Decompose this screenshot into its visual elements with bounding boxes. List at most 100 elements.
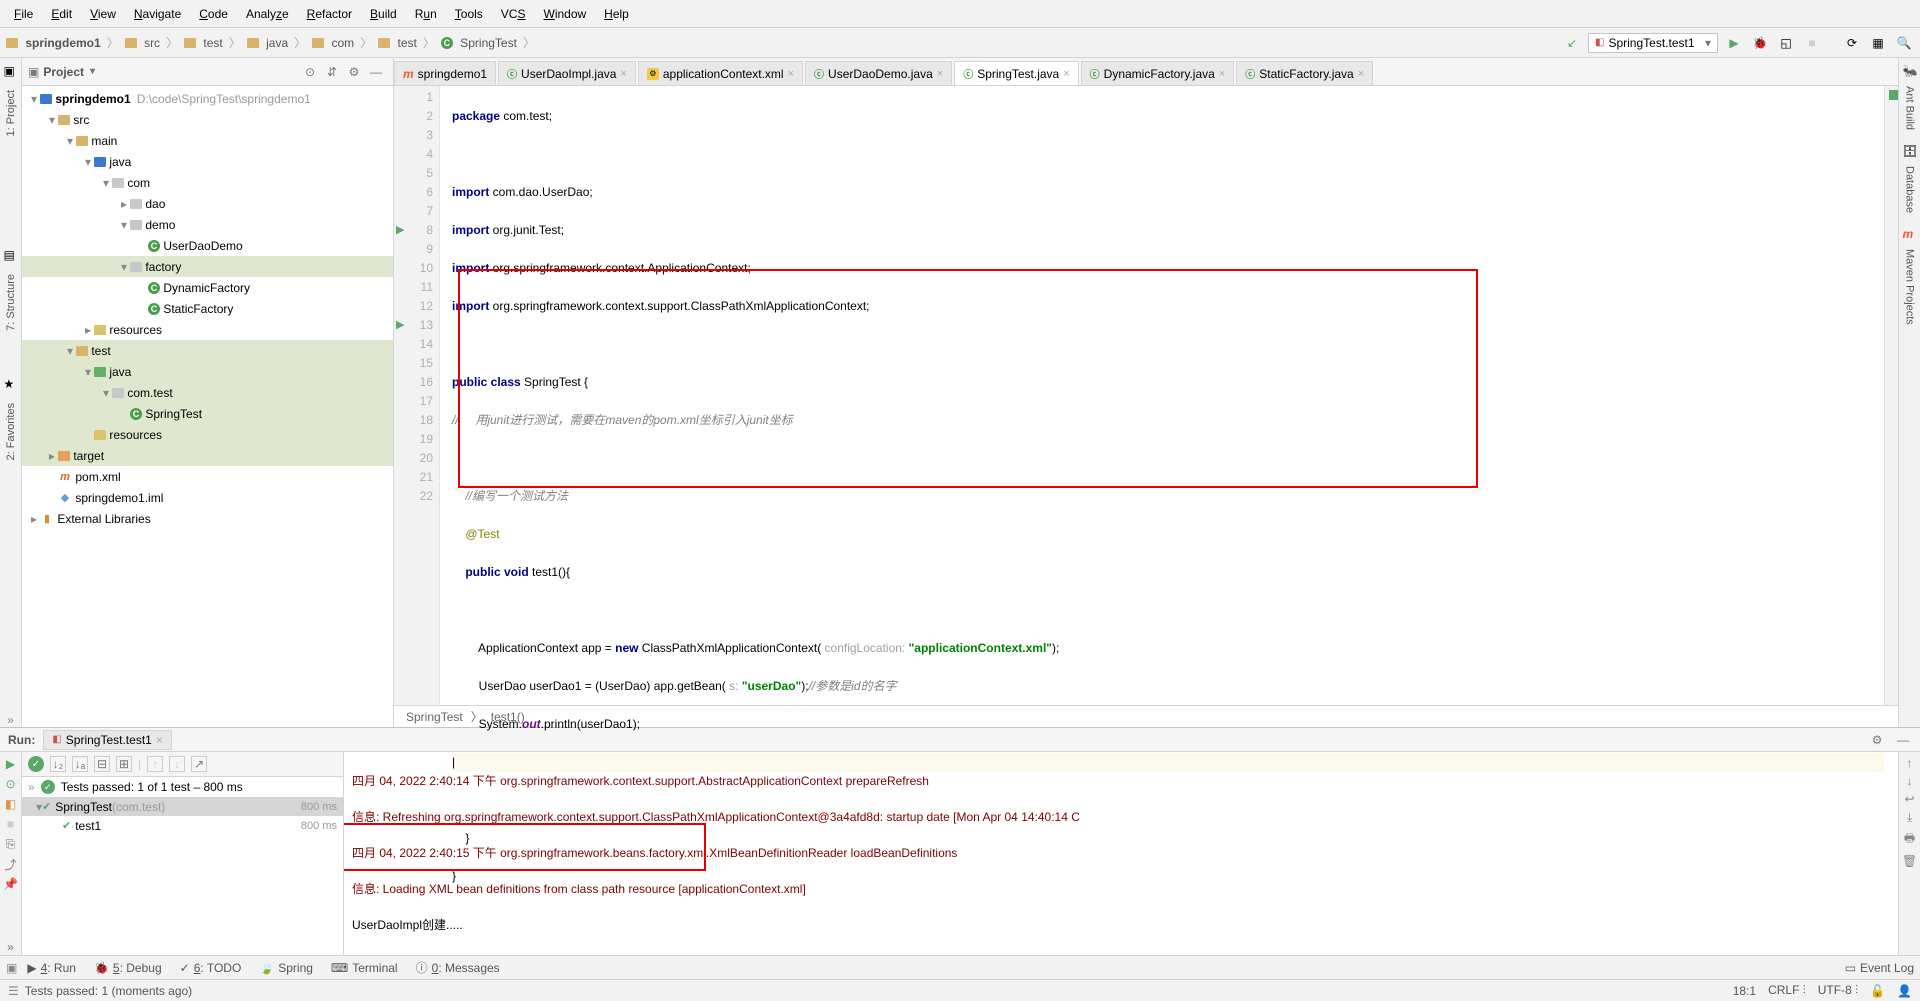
tab-springtest[interactable]: ⓒSpringTest.java×	[954, 61, 1078, 85]
bc-module[interactable]: springdemo1	[6, 36, 101, 50]
build-hammer-icon[interactable]: ↙	[1562, 33, 1582, 53]
collapse-all-icon[interactable]: ⇵	[323, 63, 341, 81]
console-output[interactable]: 四月 04, 2022 2:40:14 下午 org.springframewo…	[344, 752, 1898, 955]
bc-java[interactable]: java	[247, 36, 288, 50]
stop-icon[interactable]: ■	[3, 816, 19, 832]
rerun-icon[interactable]: ▶	[3, 756, 19, 772]
tree-row[interactable]: ▾ com.test	[22, 382, 393, 403]
print-icon[interactable]: 🖶	[1902, 829, 1918, 850]
tree-row[interactable]: ▸ target	[22, 445, 393, 466]
run-tw-tab[interactable]: ▶ 4: Run	[19, 959, 84, 977]
tree-row[interactable]: C UserDaoDemo	[22, 235, 393, 256]
close-icon[interactable]: ×	[937, 68, 943, 80]
code-editor[interactable]: package com.test; import com.dao.UserDao…	[440, 86, 1884, 705]
structure-tw-tab[interactable]: 7: Structure	[3, 268, 19, 337]
menu-view[interactable]: View	[82, 5, 124, 23]
tree-row[interactable]: ▸ resources	[22, 319, 393, 340]
run-gutter-icon[interactable]: ▶	[396, 316, 404, 335]
event-log-button[interactable]: ▭ Event Log	[1845, 961, 1914, 975]
tree-row[interactable]: C StaticFactory	[22, 298, 393, 319]
project-tree[interactable]: ▾ springdemo1D:\code\SpringTest\springde…	[22, 86, 393, 727]
up-icon[interactable]: ↑	[147, 756, 163, 772]
debug-tw-tab[interactable]: 🐞 5: Debug	[86, 959, 170, 977]
tree-row[interactable]: ▸ dao	[22, 193, 393, 214]
sort-alpha-icon[interactable]: ↓ₐ	[72, 756, 88, 772]
read-only-lock-icon[interactable]: 🔓	[1870, 984, 1885, 998]
menu-analyze[interactable]: Analyze	[238, 5, 297, 23]
favorites-tw-tab[interactable]: 2: Favorites	[3, 397, 19, 466]
debug-button[interactable]: 🐞	[1750, 33, 1770, 53]
close-icon[interactable]: ×	[1063, 68, 1069, 80]
test-case-row[interactable]: ✔test1800 ms	[22, 816, 343, 835]
tree-row-external[interactable]: ▸▮ External Libraries	[22, 508, 393, 529]
expand-all-icon[interactable]: ⊟	[94, 756, 110, 772]
favorites-tw-icon[interactable]: ★	[4, 377, 18, 391]
run-panel-tab[interactable]: ◧SpringTest.test1×	[43, 730, 172, 750]
bc-src[interactable]: src	[125, 36, 160, 50]
menu-code[interactable]: Code	[191, 5, 236, 23]
tree-row[interactable]: ▾ test	[22, 340, 393, 361]
tab-userdaoimpl[interactable]: ⓒUserDaoImpl.java×	[498, 61, 636, 85]
tree-row[interactable]: C DynamicFactory	[22, 277, 393, 298]
toggle-breakpoints-icon[interactable]: ◧	[3, 796, 19, 812]
run-button[interactable]: ▶	[1724, 33, 1744, 53]
bottom-strip-more-icon[interactable]: ▣	[6, 961, 17, 975]
menu-refactor[interactable]: Refactor	[299, 5, 360, 23]
hide-panel-icon[interactable]: —	[1894, 733, 1912, 747]
tree-row[interactable]: ▸ resources	[22, 424, 393, 445]
scroll-from-source-icon[interactable]: ⊙	[301, 63, 319, 81]
database-icon[interactable]: 🗄	[1903, 144, 1917, 158]
file-encoding[interactable]: UTF-8 ⫶	[1818, 983, 1858, 998]
tree-row[interactable]: ◆ springdemo1.iml	[22, 487, 393, 508]
spring-tw-tab[interactable]: 🍃 Spring	[251, 959, 321, 977]
todo-tw-tab[interactable]: ✓ 6: TODO	[172, 959, 250, 977]
line-separator[interactable]: CRLF ⫶	[1768, 983, 1806, 998]
tree-row[interactable]: ▾ java	[22, 361, 393, 382]
tab-staticfactory[interactable]: ⓒStaticFactory.java×	[1236, 61, 1373, 85]
export-icon[interactable]: ↗	[191, 756, 207, 772]
tree-row[interactable]: ▾ factory	[22, 256, 393, 277]
search-everywhere-icon[interactable]: 🔍	[1894, 33, 1914, 53]
down-icon[interactable]: ↓	[169, 756, 185, 772]
close-icon[interactable]: ×	[1219, 68, 1225, 80]
close-icon[interactable]: ×	[788, 68, 794, 80]
tree-row[interactable]: ▾ demo	[22, 214, 393, 235]
tab-springdemo1[interactable]: mspringdemo1	[394, 61, 496, 85]
run-gutter-icon[interactable]: ▶	[396, 221, 404, 240]
tree-row[interactable]: ▾ java	[22, 151, 393, 172]
menu-run[interactable]: Run	[407, 5, 445, 23]
caret-position[interactable]: 18:1	[1733, 984, 1756, 998]
menu-window[interactable]: Window	[535, 5, 594, 23]
structure-tw-icon[interactable]: ▤	[4, 248, 18, 262]
test-suite-row[interactable]: ▾✔SpringTest (com.test)800 ms	[22, 797, 343, 816]
maven-projects-tab[interactable]: Maven Projects	[1902, 243, 1918, 331]
editor-scrollbar[interactable]	[1884, 86, 1898, 705]
tab-userdaodemo[interactable]: ⓒUserDaoDemo.java×	[805, 61, 952, 85]
tree-row[interactable]: C SpringTest	[22, 403, 393, 424]
collapse-all-icon[interactable]: ⊞	[116, 756, 132, 772]
pass-filter-icon[interactable]: ✓	[28, 756, 44, 772]
ant-icon[interactable]: 🐜	[1903, 64, 1917, 78]
close-icon[interactable]: ×	[620, 68, 626, 80]
project-tw-tab[interactable]: 1: Project	[3, 84, 19, 142]
menu-vcs[interactable]: VCS	[493, 5, 534, 23]
hide-panel-icon[interactable]: —	[367, 63, 385, 81]
bc-class[interactable]: C SpringTest	[441, 36, 517, 50]
tree-row-module[interactable]: ▾ springdemo1D:\code\SpringTest\springde…	[22, 88, 393, 109]
menu-tools[interactable]: Tools	[447, 5, 491, 23]
pin-icon[interactable]: 📌	[3, 876, 19, 892]
coverage-button[interactable]: ◱	[1776, 33, 1796, 53]
bc-test[interactable]: test	[184, 36, 223, 50]
menu-edit[interactable]: Edit	[43, 5, 80, 23]
scroll-to-end-icon[interactable]: ⤓	[1902, 810, 1918, 825]
tree-row[interactable]: ▾ com	[22, 172, 393, 193]
exit-icon[interactable]: ⤴	[3, 856, 19, 872]
run-config-select[interactable]: ◧ SpringTest.test1 ▾	[1588, 33, 1718, 53]
menu-help[interactable]: Help	[596, 5, 637, 23]
sort-icon[interactable]: ↓₂	[50, 756, 66, 772]
gear-icon[interactable]: ⚙	[345, 63, 363, 81]
toggle-autotest-icon[interactable]: ⊙	[3, 776, 19, 792]
tab-appcontext[interactable]: ⚙applicationContext.xml×	[638, 61, 803, 85]
close-icon[interactable]: ×	[1358, 68, 1364, 80]
maven-icon[interactable]: m	[1903, 227, 1917, 241]
